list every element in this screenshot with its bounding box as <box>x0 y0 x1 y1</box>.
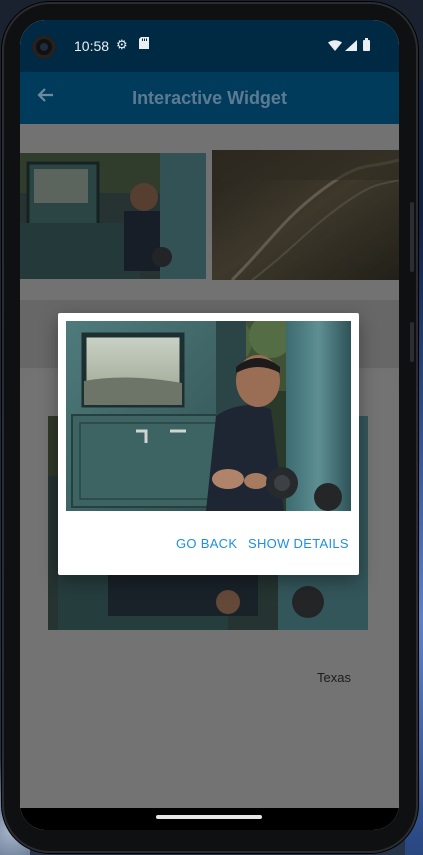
phone-frame: 10:58 ⚙ Interactive Widget Texas GO BACK… <box>2 2 418 853</box>
signal-icon <box>345 39 357 54</box>
settings-gear-icon: ⚙ <box>116 37 128 52</box>
screen: 10:58 ⚙ Interactive Widget Texas GO BACK… <box>20 20 399 830</box>
dialog-image <box>66 321 351 511</box>
front-camera <box>32 35 56 59</box>
app-bar: Interactive Widget <box>20 72 399 124</box>
home-indicator[interactable] <box>156 815 262 819</box>
sd-card-icon <box>139 37 149 52</box>
wifi-icon <box>328 39 342 54</box>
status-bar: 10:58 ⚙ <box>20 20 399 72</box>
show-details-button[interactable]: SHOW DETAILS <box>248 536 349 551</box>
navigation-bar <box>20 808 399 830</box>
volume-button <box>410 202 414 272</box>
status-time: 10:58 <box>74 38 110 54</box>
go-back-button[interactable]: GO BACK <box>176 536 237 551</box>
app-title: Interactive Widget <box>132 88 287 108</box>
image-dialog: GO BACK SHOW DETAILS <box>58 313 359 575</box>
battery-icon <box>363 38 370 54</box>
dialog-actions: GO BACK SHOW DETAILS <box>58 536 359 556</box>
power-button <box>410 322 414 362</box>
